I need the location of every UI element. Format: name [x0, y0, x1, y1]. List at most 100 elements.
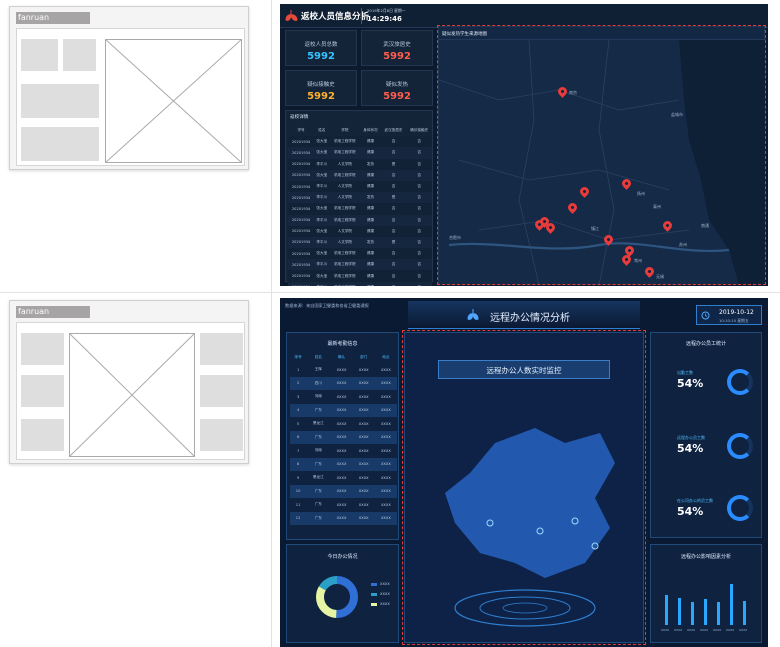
- table-row[interactable]: 20201934李平川机电工程学院健康否否: [288, 214, 432, 226]
- bar[interactable]: [743, 601, 746, 625]
- bar[interactable]: [717, 602, 720, 625]
- table-cell: 否: [391, 273, 396, 278]
- table-cell: 20201934: [291, 150, 311, 155]
- column-header[interactable]: 姓名: [306, 352, 330, 363]
- kpi-card-fever[interactable]: 疑似发热 5992: [361, 70, 433, 106]
- table-cell: 是: [391, 161, 396, 166]
- table-row[interactable]: 20201934 张大宝 机电工程学院 健康 否 否: [288, 169, 432, 181]
- table-cell: XXXX: [380, 367, 391, 372]
- wireframe-title: fanruan: [16, 306, 90, 318]
- stat-ring: [727, 433, 753, 459]
- column-header[interactable]: 身体状况: [360, 125, 381, 136]
- table-cell: 7: [296, 448, 300, 453]
- table-row[interactable]: 20201934 李平川 人文学院 发热 是 否: [288, 236, 432, 249]
- column-header[interactable]: 确诊接触史: [406, 125, 432, 136]
- table-cell: 机电工程学院: [334, 150, 356, 155]
- column-header[interactable]: 确认: [330, 352, 352, 363]
- table-row[interactable]: 6 广东 XXXX XXXX XXXX: [290, 430, 397, 445]
- table-cell: XXXX: [336, 381, 347, 386]
- table-row[interactable]: 20201934李平川机电工程学院健康否否: [288, 281, 432, 286]
- table-cell: 李平川: [314, 282, 329, 286]
- table-row[interactable]: 7 河南 XXXX XXXX XXXX: [290, 444, 397, 458]
- table-cell: 否: [417, 262, 421, 267]
- table-row[interactable]: 20201934 张大宝 机电工程学院 健康 否 否: [288, 147, 432, 159]
- table-row[interactable]: 20201934 张大宝 机电工程学院 健康 否 否: [288, 203, 432, 215]
- table-cell: 否: [417, 251, 421, 256]
- table-cell: XXXX: [336, 502, 347, 507]
- table-row[interactable]: 11 广东 XXXX XXXX XXXX: [290, 498, 397, 512]
- table-row[interactable]: 9 黑龙江 XXXX XXXX XXXX: [290, 471, 397, 485]
- bar-chart: XXXX XXXX XXXX XXXX XXXX XXXX XXXX: [659, 565, 757, 637]
- table-cell: 李平川: [316, 195, 328, 200]
- header-time: 10:10:10 星期五: [719, 318, 749, 323]
- column-header[interactable]: 武汉旅居史: [381, 125, 407, 136]
- table-row[interactable]: 20201934 张大宝 机电工程学院 健康 否 否: [288, 136, 432, 148]
- table-cell: XXXX: [358, 408, 369, 413]
- table-row[interactable]: 4 广东 XXXX XXXX XXXX: [290, 403, 397, 418]
- table-row[interactable]: 3 河南 XXXX XXXX XXXX: [290, 390, 397, 404]
- bar[interactable]: [704, 599, 707, 625]
- column-header[interactable]: 学院: [329, 125, 360, 136]
- table-cell: 11: [295, 502, 301, 507]
- table-cell: 机电工程学院: [334, 217, 356, 222]
- bar-label: XXXX: [661, 628, 670, 632]
- table-row[interactable]: 20201934 李平川 人文学院 发热 是 否: [288, 192, 432, 204]
- table-row[interactable]: 2 四川 XXXX XXXX XXXX: [290, 376, 397, 391]
- panel-title: 最新考勤信息: [327, 341, 358, 347]
- return-details-panel: 返校详情 学号 姓名 学院 身体状况 武汉旅居史 确诊接触史 20201934 张大宝 机电工…: [285, 110, 433, 286]
- placeholder-block: [21, 375, 64, 407]
- table-row[interactable]: 10 广东 XXXX XXXX XXXX: [290, 484, 397, 499]
- wireframe-1[interactable]: fanruan: [9, 6, 249, 170]
- table-row[interactable]: 1 王辉 XXXX XXXX XXXX: [290, 363, 397, 377]
- table-cell: 20201934: [291, 262, 311, 267]
- table-row[interactable]: 5 黑龙江 XXXX XXXX XXXX: [290, 417, 397, 431]
- bar-label: XXXX: [713, 628, 722, 632]
- table-cell: 20201934: [291, 184, 311, 189]
- table-row[interactable]: 20201934 李平川 人文学院 发热 是 否: [288, 158, 432, 170]
- table-cell: 机电工程学院: [329, 282, 360, 286]
- table-cell: 否: [391, 184, 396, 189]
- table-row[interactable]: 20201934 李平川 人文学院 健康 否 否: [288, 180, 432, 193]
- table-cell: XXXX: [380, 408, 391, 413]
- bar[interactable]: [691, 602, 694, 625]
- table-row[interactable]: 20201934 张大宝 机电工程学院 健康 否 否: [288, 248, 432, 260]
- bar[interactable]: [665, 595, 668, 625]
- table-cell: 否: [417, 195, 421, 200]
- placeholder-block: [200, 375, 243, 407]
- table-cell: 人文学院: [337, 239, 353, 244]
- kpi-card-wuhan[interactable]: 武汉旅居史 5992: [361, 30, 433, 66]
- table-cell: 否: [391, 150, 396, 155]
- placeholder-block: [21, 84, 99, 118]
- image-placeholder: [69, 333, 195, 457]
- bar[interactable]: [730, 584, 733, 625]
- table-row[interactable]: 12 广东 XXXX XXXX XXXX: [290, 511, 397, 526]
- table-cell: 张大宝: [316, 150, 328, 155]
- table-cell: 20201934: [291, 218, 311, 223]
- column-header[interactable]: 姓名: [314, 125, 329, 136]
- column-header[interactable]: 序号: [290, 352, 306, 363]
- table-cell: XXXX: [336, 516, 347, 521]
- stat-value: 54%: [677, 442, 704, 455]
- table-cell: 20201934: [291, 240, 311, 245]
- kpi-card-total[interactable]: 返校人员总数 5992: [285, 30, 357, 66]
- table-row[interactable]: 8 广东 XXXX XXXX XXXX: [290, 457, 397, 472]
- table-cell: 2: [296, 381, 300, 386]
- wireframe-2[interactable]: fanruan: [9, 300, 249, 464]
- column-header[interactable]: 地点: [375, 352, 397, 363]
- table-cell: 1: [296, 367, 300, 372]
- placeholder-block: [200, 333, 243, 365]
- table-row[interactable]: 20201934李平川机电工程学院健康否否: [288, 259, 432, 271]
- column-header[interactable]: 部门: [353, 352, 375, 363]
- column-header[interactable]: 学号: [288, 125, 314, 136]
- table-cell: 否: [391, 228, 396, 233]
- bar[interactable]: [678, 598, 681, 625]
- image-placeholder: [105, 39, 242, 163]
- table-row[interactable]: 20201934 张大宝 人文学院 健康 否 否: [288, 225, 432, 237]
- kpi-label: 武汉旅居史: [383, 42, 411, 48]
- table-row[interactable]: 20201934 张大宝 机电工程学院 健康 否 否: [288, 270, 432, 282]
- bar-label: XXXX: [674, 628, 683, 632]
- table-cell: 黑龙江: [312, 421, 324, 426]
- kpi-value: 5992: [307, 51, 335, 62]
- kpi-card-contact[interactable]: 疑似接触史 5992: [285, 70, 357, 106]
- table-cell: 李平川: [316, 161, 328, 166]
